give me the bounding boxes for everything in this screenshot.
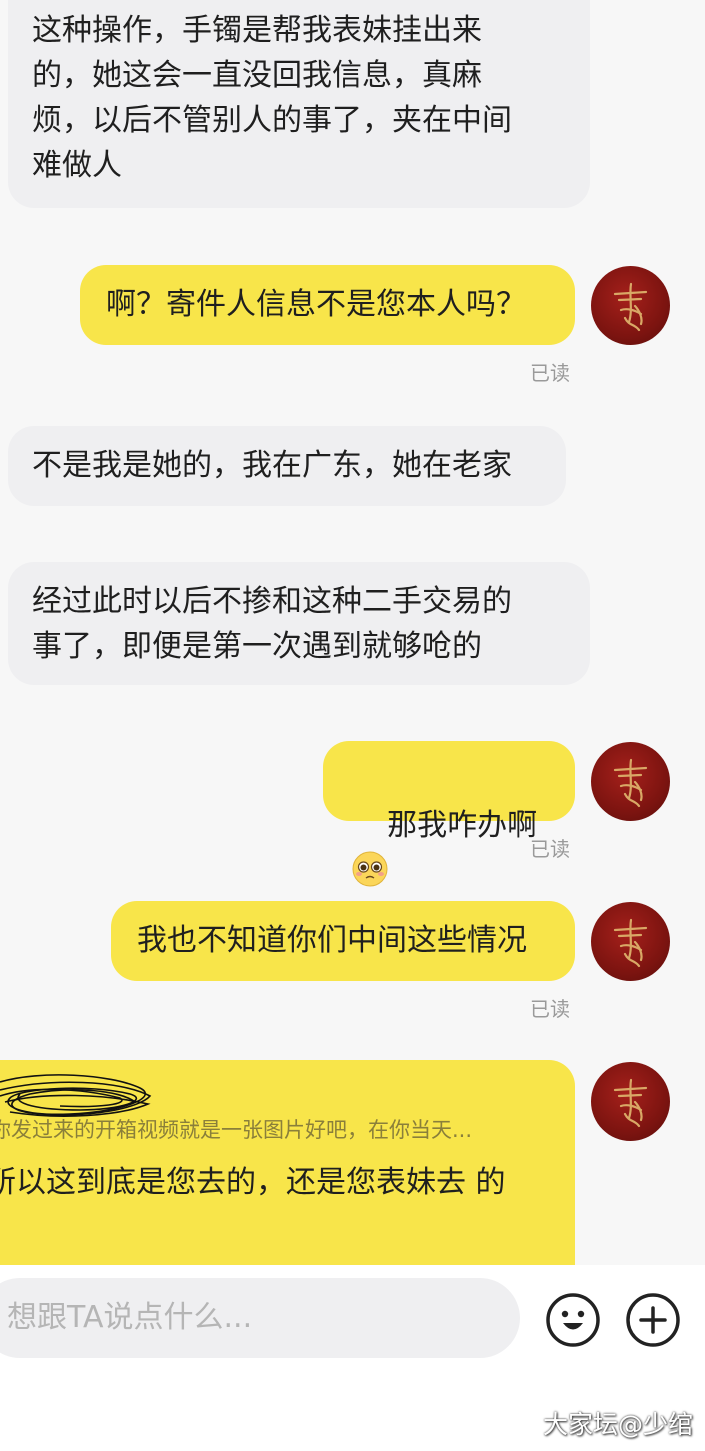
pleading-face-emoji-icon — [352, 851, 388, 887]
message-input[interactable]: 想跟TA说点什么... — [0, 1278, 520, 1358]
chat-area[interactable]: 这种操作，手镯是帮我表妹挂出来 的，她这会一直没回我信息，真麻 烦，以后不管别人… — [0, 0, 705, 1265]
read-receipt: 已读 — [530, 997, 570, 1021]
calligraphy-avatar-icon — [613, 758, 648, 808]
plus-icon[interactable] — [625, 1292, 681, 1348]
read-receipt: 已读 — [530, 837, 570, 861]
watermark: 大家坛@少绾 — [542, 1410, 693, 1439]
avatar[interactable] — [591, 1062, 670, 1141]
avatar[interactable] — [591, 742, 670, 821]
calligraphy-avatar-icon — [613, 918, 648, 968]
outgoing-message[interactable]: 那我咋办啊 — [323, 741, 575, 887]
avatar[interactable] — [591, 266, 670, 345]
calligraphy-avatar-icon — [613, 1078, 648, 1128]
calligraphy-avatar-icon — [613, 282, 648, 332]
incoming-message[interactable]: 这种操作，手镯是帮我表妹挂出来 的，她这会一直没回我信息，真麻 烦，以后不管别人… — [8, 0, 590, 208]
smiley-icon[interactable] — [545, 1292, 601, 1348]
redaction-scribble — [0, 1074, 152, 1117]
message-text: 所以这到底是您去的，还是您表妹去 的 — [0, 1165, 506, 1200]
avatar[interactable] — [591, 902, 670, 981]
message-text: 那我咋办啊 — [387, 808, 538, 843]
outgoing-message[interactable]: 啊？寄件人信息不是您本人吗？ — [80, 265, 575, 345]
read-receipt: 已读 — [530, 361, 570, 385]
incoming-message[interactable]: 不是我是她的，我在广东，她在老家 — [8, 426, 566, 506]
incoming-message[interactable]: 经过此时以后不掺和这种二手交易的 事了，即便是第一次遇到就够呛的 — [8, 562, 590, 685]
outgoing-message[interactable]: 我也不知道你们中间这些情况 — [111, 901, 575, 981]
